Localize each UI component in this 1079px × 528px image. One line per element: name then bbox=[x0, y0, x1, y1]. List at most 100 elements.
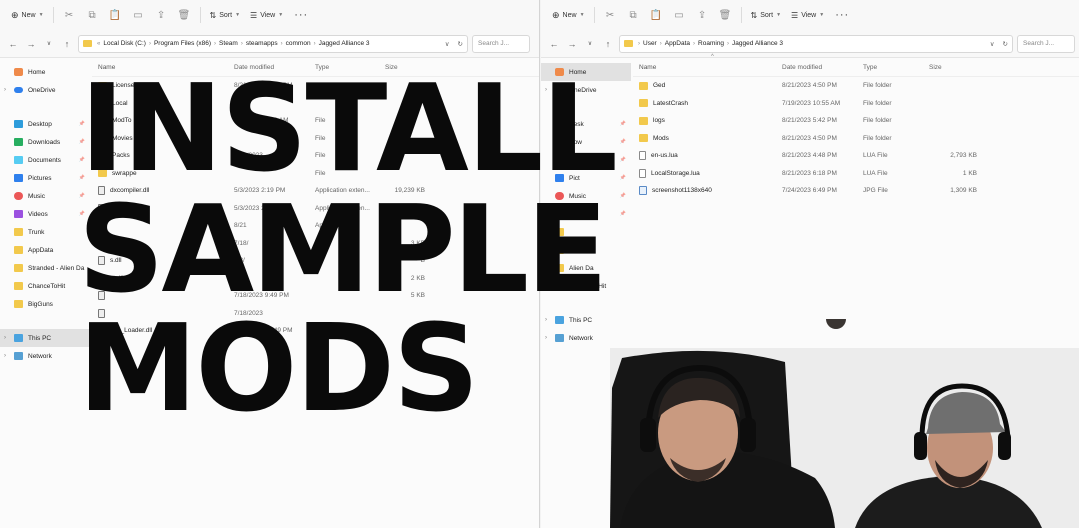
file-row[interactable]: 8/21 Applic bbox=[92, 217, 539, 235]
refresh-icon[interactable]: ↻ bbox=[458, 40, 463, 48]
view-button[interactable]: ☰ View ▼ bbox=[245, 5, 288, 25]
up-arrow-icon[interactable]: ↑ bbox=[60, 39, 74, 49]
breadcrumb[interactable]: common bbox=[286, 40, 311, 47]
nav-item-onedrive[interactable]: › OneDrive bbox=[0, 81, 90, 99]
new-button[interactable]: ⊕ New ▼ bbox=[6, 5, 49, 25]
breadcrumb[interactable]: Jagged Alliance 3 bbox=[319, 40, 370, 47]
file-row[interactable]: st.dll 7/18 2 KB bbox=[92, 270, 539, 288]
nav-item-home[interactable]: Home bbox=[0, 63, 90, 81]
share-icon[interactable]: ⇪ bbox=[155, 9, 168, 22]
column-date[interactable]: Date modified bbox=[782, 64, 863, 71]
file-row[interactable]: 7/18/2023 bbox=[92, 305, 539, 323]
file-row[interactable]: swrappe File bbox=[92, 165, 539, 183]
forward-arrow-icon[interactable]: → bbox=[24, 39, 38, 49]
file-row[interactable]: ModTo 8/23/2023 5:42 AM File bbox=[92, 112, 539, 130]
nav-item-quick-access[interactable]: Trunk bbox=[0, 223, 90, 241]
nav-item-quick-access[interactable]: Videos 📌 bbox=[0, 205, 90, 223]
paste-icon[interactable]: 📋 bbox=[650, 9, 663, 22]
file-row[interactable]: LocalStorage.lua 8/21/2023 6:18 PM LUA Fil… bbox=[633, 165, 1079, 183]
recent-chevron-icon[interactable]: ∨ bbox=[583, 40, 597, 47]
nav-item-quick-access[interactable]: ChanceToHit bbox=[0, 277, 90, 295]
nav-item-quick-access[interactable]: AppData bbox=[0, 241, 90, 259]
column-size[interactable]: Size bbox=[929, 64, 977, 71]
address-bar[interactable]: › User › AppData › Roaming › Jagged Alli… bbox=[619, 34, 1013, 53]
breadcrumb[interactable]: Program Files (x86) bbox=[154, 40, 211, 47]
file-row[interactable]: Ged 8/21/2023 4:50 PM File folder bbox=[633, 77, 1079, 95]
more-options-button[interactable]: ··· bbox=[294, 9, 308, 21]
refresh-icon[interactable]: ↻ bbox=[1003, 40, 1008, 48]
breadcrumb[interactable]: User bbox=[643, 40, 657, 47]
sort-button[interactable]: ⇅ Sort ▼ bbox=[205, 5, 246, 25]
nav-item-quick-access[interactable]: Music 📌 bbox=[541, 187, 631, 205]
nav-item-quick-access[interactable]: BigGuns bbox=[0, 295, 90, 313]
nav-item-quick-access[interactable]: Desk 📌 bbox=[541, 115, 631, 133]
nav-item-this-pc[interactable]: › This PC bbox=[541, 311, 631, 329]
file-row[interactable]: en-us.lua 8/21/2023 4:48 PM LUA File 2,793 … bbox=[633, 147, 1079, 165]
file-row[interactable]: LatestCrash 7/19/2023 10:55 AM File folder bbox=[633, 95, 1079, 113]
column-date[interactable]: Date modified bbox=[234, 64, 315, 71]
breadcrumb[interactable]: Jagged Alliance 3 bbox=[732, 40, 783, 47]
file-row[interactable]: s.dll 5/3/B bbox=[92, 252, 539, 270]
nav-item-quick-access[interactable]: Dow 📌 bbox=[541, 133, 631, 151]
file-row[interactable]: Licenses 8/21/2023 12:49 PM File folder bbox=[92, 77, 539, 95]
breadcrumb[interactable]: AppData bbox=[665, 40, 690, 47]
share-icon[interactable]: ⇪ bbox=[696, 9, 709, 22]
nav-item-onedrive[interactable]: › OneDrive bbox=[541, 81, 631, 99]
nav-item-quick-access[interactable]: Music 📌 bbox=[0, 187, 90, 205]
expand-chevron-icon[interactable]: › bbox=[545, 335, 547, 341]
search-box[interactable]: Search J... bbox=[1017, 34, 1075, 53]
column-type[interactable]: Type bbox=[315, 64, 385, 71]
nav-item-quick-access[interactable]: Documents 📌 bbox=[0, 151, 90, 169]
nav-item-quick-access[interactable]: Alien Da bbox=[541, 259, 631, 277]
file-row[interactable]: 7/18/2023 9:49 PM 5 KB bbox=[92, 287, 539, 305]
file-row[interactable]: API_Loader.dll 8/21/2023 12:49 PM Applicat… bbox=[92, 322, 539, 340]
copy-icon[interactable]: ⧉ bbox=[627, 9, 640, 22]
nav-item-quick-access[interactable]: Docu 📌 bbox=[541, 151, 631, 169]
expand-chevron-icon[interactable]: › bbox=[4, 87, 6, 93]
breadcrumb[interactable]: Steam bbox=[219, 40, 238, 47]
dropdown-chevron-icon[interactable]: ∨ bbox=[990, 40, 995, 48]
nav-item-quick-access[interactable]: Videos 📌 bbox=[541, 205, 631, 223]
file-row[interactable]: Local bbox=[92, 95, 539, 113]
sort-button[interactable]: ⇅ Sort ▼ bbox=[746, 5, 787, 25]
breadcrumb[interactable]: Roaming bbox=[698, 40, 724, 47]
nav-item-this-pc[interactable]: › This PC bbox=[0, 329, 90, 347]
file-row[interactable]: libxess.dll 7/18/3 KB bbox=[92, 235, 539, 253]
rename-icon[interactable]: ▭ bbox=[673, 9, 686, 22]
file-row[interactable]: Movies File bbox=[92, 130, 539, 148]
copy-icon[interactable]: ⧉ bbox=[86, 9, 99, 22]
nav-item-quick-access[interactable]: Desktop 📌 bbox=[0, 115, 90, 133]
nav-item-quick-access[interactable] bbox=[541, 223, 631, 241]
nav-item-quick-access[interactable]: ChanceToHit bbox=[541, 277, 631, 295]
forward-arrow-icon[interactable]: → bbox=[565, 39, 579, 49]
file-row[interactable]: screenshot1138x640 7/24/2023 6:49 PM JPG F… bbox=[633, 182, 1079, 200]
expand-chevron-icon[interactable]: › bbox=[545, 87, 547, 93]
nav-item-quick-access[interactable]: Stranded - Alien Da bbox=[0, 259, 90, 277]
address-bar[interactable]: « Local Disk (C:) › Program Files (x86) … bbox=[78, 34, 468, 53]
file-row[interactable]: Mods 8/21/2023 4:50 PM File folder bbox=[633, 130, 1079, 148]
more-options-button[interactable]: ··· bbox=[835, 9, 849, 21]
expand-chevron-icon[interactable]: › bbox=[545, 317, 547, 323]
expand-chevron-icon[interactable]: › bbox=[4, 353, 6, 359]
file-row[interactable]: logs 8/21/2023 5:42 PM File folder bbox=[633, 112, 1079, 130]
back-arrow-icon[interactable]: ← bbox=[547, 39, 561, 49]
view-button[interactable]: ☰ View ▼ bbox=[786, 5, 829, 25]
column-size[interactable]: Size bbox=[385, 64, 425, 71]
rename-icon[interactable]: ▭ bbox=[132, 9, 145, 22]
paste-icon[interactable]: 📋 bbox=[109, 9, 122, 22]
nav-item-home[interactable]: Home bbox=[541, 63, 631, 81]
nav-item-network[interactable]: › Network bbox=[541, 329, 631, 347]
breadcrumb[interactable]: steamapps bbox=[246, 40, 278, 47]
file-row[interactable]: Packs 8/21/2023 File bbox=[92, 147, 539, 165]
dropdown-chevron-icon[interactable]: ∨ bbox=[445, 40, 450, 48]
nav-item-quick-access[interactable]: Pict 📌 bbox=[541, 169, 631, 187]
delete-icon[interactable]: 🗑 bbox=[719, 9, 732, 22]
nav-item-network[interactable]: › Network bbox=[0, 347, 90, 365]
back-arrow-icon[interactable]: ← bbox=[6, 39, 20, 49]
breadcrumb[interactable]: Local Disk (C:) bbox=[103, 40, 146, 47]
column-type[interactable]: Type bbox=[863, 64, 929, 71]
delete-icon[interactable]: 🗑 bbox=[178, 9, 191, 22]
new-button[interactable]: ⊕ New ▼ bbox=[547, 5, 590, 25]
up-arrow-icon[interactable]: ↑ bbox=[601, 39, 615, 49]
nav-item-quick-access[interactable]: Downloads 📌 bbox=[0, 133, 90, 151]
